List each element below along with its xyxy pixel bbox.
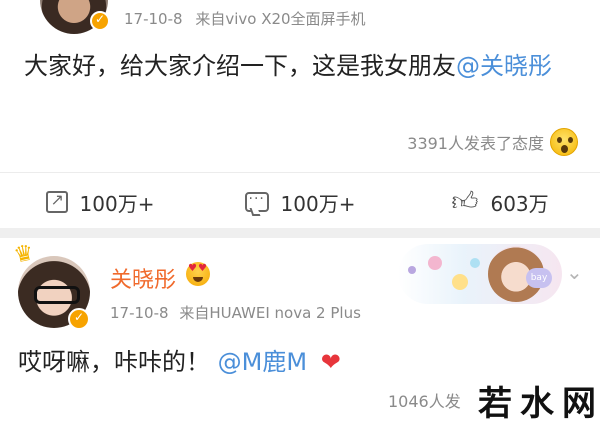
post-card: ♛ 关晓彤 17-10-8 来自HUAWEI nova 2 Plus bay ⌄… <box>0 238 600 426</box>
decoration-dot <box>452 274 468 290</box>
like-button[interactable]: 👍︎ 603万 <box>400 180 600 224</box>
chevron-down-icon[interactable]: ⌄ <box>566 260 583 284</box>
feed-separator <box>0 228 600 238</box>
post-text: 哎呀嘛，咔咔的！ @M鹿M ❤ <box>18 342 341 377</box>
action-bar: 100万+ 100万+ 👍︎ 603万 <box>0 180 600 224</box>
weibo-feed: 17-10-8 来自vivo X20全面屏手机 大家好，给大家介绍一下，这是我女… <box>0 0 600 426</box>
like-count: 603万 <box>490 191 549 216</box>
post-source: 来自HUAWEI nova 2 Plus <box>179 304 361 322</box>
banner-tag: bay <box>526 268 552 288</box>
author-name[interactable]: 关晓彤 <box>110 262 176 294</box>
repost-count: 100万+ <box>79 191 155 216</box>
repost-icon <box>45 190 68 213</box>
mention-link[interactable]: @M鹿M <box>218 348 307 376</box>
verified-badge-icon <box>68 308 90 330</box>
post-text: 大家好，给大家介绍一下，这是我女朋友@关晓彤 <box>24 46 584 86</box>
mention-link[interactable]: @关晓彤 <box>456 52 552 80</box>
decoration-dot <box>428 256 442 270</box>
watermark-logo: 若水网 <box>474 376 600 425</box>
reaction-count[interactable]: 1046人发 <box>388 388 461 412</box>
verified-badge-icon <box>90 11 110 31</box>
post-meta: 17-10-8 来自HUAWEI nova 2 Plus <box>110 302 361 323</box>
post-source: 来自vivo X20全面屏手机 <box>195 10 366 28</box>
heart-eyes-emoji-icon <box>186 262 210 286</box>
comment-icon <box>244 191 269 212</box>
post-text-body: 哎呀嘛，咔咔的！ <box>18 348 210 376</box>
thumbs-up-icon: 👍︎ <box>451 187 479 217</box>
repost-button[interactable]: 100万+ <box>0 180 200 224</box>
post-meta: 17-10-8 来自vivo X20全面屏手机 <box>124 8 366 29</box>
post-card: 17-10-8 来自vivo X20全面屏手机 大家好，给大家介绍一下，这是我女… <box>0 0 600 228</box>
surprised-emoji-icon <box>550 128 578 156</box>
comment-button[interactable]: 100万+ <box>200 180 400 224</box>
post-date: 17-10-8 <box>110 304 169 322</box>
decoration-dot <box>408 266 416 274</box>
heart-icon: ❤ <box>320 348 341 376</box>
crown-icon: ♛ <box>11 240 37 269</box>
card-decoration-banner: bay <box>398 244 562 304</box>
comment-count: 100万+ <box>280 191 356 216</box>
post-text-body: 大家好，给大家介绍一下，这是我女朋友 <box>24 52 456 80</box>
decoration-dot <box>470 258 480 268</box>
post-date: 17-10-8 <box>124 10 183 28</box>
reaction-summary[interactable]: 3391人发表了态度 <box>407 124 578 160</box>
divider <box>0 172 600 173</box>
reaction-count: 3391人发表了态度 <box>407 134 544 153</box>
